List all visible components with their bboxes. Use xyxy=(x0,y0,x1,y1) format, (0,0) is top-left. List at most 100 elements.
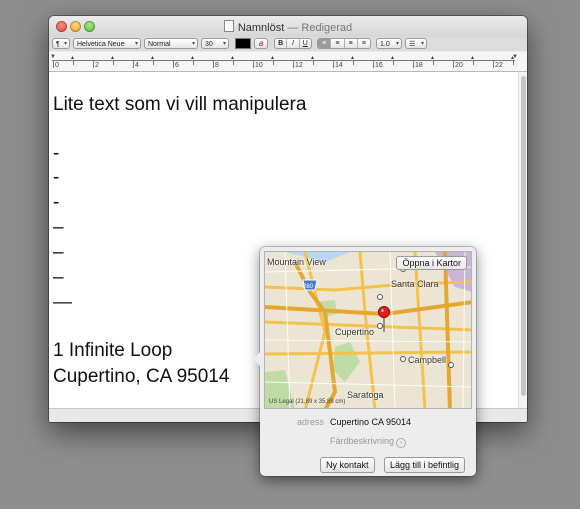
italic-button[interactable]: I xyxy=(287,39,300,48)
ruler-label: 18 xyxy=(415,62,423,69)
tab-stop-icon[interactable]: ▴ xyxy=(431,54,434,61)
list-icon: ☰ xyxy=(409,41,416,48)
directions-link[interactable]: Färdbeskrivning › xyxy=(260,436,476,448)
address-value: Cupertino CA 95014 xyxy=(330,417,412,427)
tab-stop-icon[interactable]: ▴ xyxy=(351,54,354,61)
tab-stop-icon[interactable]: ▴ xyxy=(191,54,194,61)
ruler-label: 12 xyxy=(295,62,303,69)
text-color-well[interactable] xyxy=(235,38,251,49)
ruler-minor-tick xyxy=(353,61,354,65)
title-bar[interactable]: Namnlöst — Redigerad xyxy=(49,16,527,37)
window-title: Namnlöst — Redigerad xyxy=(49,20,527,34)
align-center-button[interactable]: ≡ xyxy=(331,39,345,48)
line-spacing-popup[interactable]: 1.0 ▾ xyxy=(376,38,402,49)
align-left-button[interactable]: ≡ xyxy=(318,39,332,48)
chevron-down-icon: ▾ xyxy=(420,41,424,47)
font-family-popup[interactable]: Helvetica Neue ▾ xyxy=(73,38,141,49)
doc-line[interactable]: – xyxy=(53,217,64,239)
popover-arrow xyxy=(253,351,261,367)
typeface-label: Normal xyxy=(148,41,171,48)
tab-stop-icon[interactable]: ▴ xyxy=(231,54,234,61)
ruler-label: 2 xyxy=(95,62,99,69)
map-label-cupertino: Cupertino xyxy=(335,327,375,337)
address-label: adress xyxy=(296,417,324,427)
typeface-popup[interactable]: Normal ▾ xyxy=(144,38,198,49)
font-size-value: 30 xyxy=(205,41,213,48)
address-popover: 280 Mountain View Santa Clara Cupertino … xyxy=(253,247,476,476)
scroll-thumb[interactable] xyxy=(521,76,526,396)
map-legal-label[interactable]: US Legal (21,89 x 35,88 cm) xyxy=(269,399,345,405)
align-justify-button[interactable]: ≡ xyxy=(358,39,370,48)
ruler-major-tick xyxy=(133,60,134,68)
ruler-minor-tick xyxy=(233,61,234,65)
chevron-down-icon: ▾ xyxy=(63,41,67,47)
chevron-down-icon: ▾ xyxy=(134,41,138,47)
font-size-field[interactable]: 30 ▾ xyxy=(201,38,229,49)
align-right-button[interactable]: ≡ xyxy=(345,39,358,48)
ruler-major-tick xyxy=(373,60,374,68)
doc-line[interactable]: — xyxy=(53,292,72,314)
paragraph-style-label: ¶ xyxy=(56,41,60,48)
chevron-down-icon: ▾ xyxy=(222,41,226,47)
tab-stop-icon[interactable]: ▴ xyxy=(151,54,154,61)
tab-stop-icon[interactable]: ▴ xyxy=(511,54,514,61)
doc-line[interactable]: 1 Infinite Loop xyxy=(53,340,172,362)
highlight-color-button[interactable]: a xyxy=(254,38,268,49)
edit-status: Redigerad xyxy=(301,22,353,34)
ruler-label: 6 xyxy=(175,62,179,69)
map-label-campbell: Campbell xyxy=(408,355,447,365)
alignment-segment: ≡ ≡ ≡ ≡ xyxy=(317,38,371,49)
font-family-label: Helvetica Neue xyxy=(77,41,125,48)
tab-stop-icon[interactable]: ▴ xyxy=(71,54,74,61)
tab-stop-icon[interactable]: ▴ xyxy=(391,54,394,61)
doc-line[interactable]: - xyxy=(53,192,59,214)
ruler-minor-tick xyxy=(433,61,434,65)
list-popup[interactable]: ☰ ▾ xyxy=(405,38,427,49)
ruler-major-tick xyxy=(93,60,94,68)
tab-stop-icon[interactable]: ▴ xyxy=(311,54,314,61)
ruler-label: 20 xyxy=(455,62,463,69)
ruler-minor-tick xyxy=(273,61,274,65)
underline-button[interactable]: U xyxy=(300,39,311,48)
doc-line[interactable]: - xyxy=(53,167,59,189)
ruler-major-tick xyxy=(173,60,174,68)
ruler-label: 4 xyxy=(135,62,139,69)
doc-line[interactable]: – xyxy=(53,267,64,289)
ruler-minor-tick xyxy=(313,61,314,65)
tab-stop-icon[interactable]: ▴ xyxy=(471,54,474,61)
map-pin-icon xyxy=(378,306,390,332)
tab-stop-icon[interactable]: ▴ xyxy=(111,54,114,61)
paragraph-style-popup[interactable]: ¶ ▾ xyxy=(52,38,70,49)
ruler-major-tick xyxy=(453,60,454,68)
ruler-minor-tick xyxy=(113,61,114,65)
map-view[interactable]: 280 Mountain View Santa Clara Cupertino … xyxy=(264,251,472,409)
ruler-minor-tick xyxy=(153,61,154,65)
chevron-down-icon: ▾ xyxy=(191,41,195,47)
ruler-label: 8 xyxy=(215,62,219,69)
ruler[interactable]: ▼ ▼ 0 ▴ 2 ▴ 4 ▴ 6 ▴ 8 ▴ 10 ▴ 12 ▴ 14 ▴ 16 ▴ 18 ▴ 20 ▴ 22 ▴ xyxy=(49,52,527,72)
address-link[interactable]: Cupertino, CA 95014 xyxy=(53,366,229,388)
document-name: Namnlöst xyxy=(237,22,285,34)
directions-label: Färdbeskrivning xyxy=(329,436,395,446)
add-to-existing-button[interactable]: Lägg till i befintlig xyxy=(384,457,466,473)
ruler-label: 10 xyxy=(255,62,263,69)
ruler-minor-tick xyxy=(393,61,394,65)
doc-line[interactable]: - xyxy=(53,143,59,165)
title-separator: — xyxy=(287,22,299,34)
vertical-scrollbar[interactable] xyxy=(518,72,527,408)
ruler-major-tick xyxy=(293,60,294,68)
arrow-right-icon: › xyxy=(396,438,407,448)
bold-button[interactable]: B xyxy=(275,39,288,48)
doc-line[interactable]: Lite text som vi vill manipulera xyxy=(53,94,306,116)
document-icon xyxy=(223,20,234,32)
new-contact-button[interactable]: Ny kontakt xyxy=(320,457,375,473)
ruler-minor-tick xyxy=(513,61,514,65)
doc-line[interactable]: – xyxy=(53,242,64,264)
map-label-mountain-view: Mountain View xyxy=(267,257,326,267)
open-in-maps-button[interactable]: Öppna i Kartor xyxy=(396,256,467,270)
tab-stop-icon[interactable]: ▴ xyxy=(271,54,274,61)
ruler-major-tick xyxy=(213,60,214,68)
ruler-baseline xyxy=(52,60,515,61)
ruler-label: 0 xyxy=(55,62,59,69)
ruler-major-tick xyxy=(413,60,414,68)
